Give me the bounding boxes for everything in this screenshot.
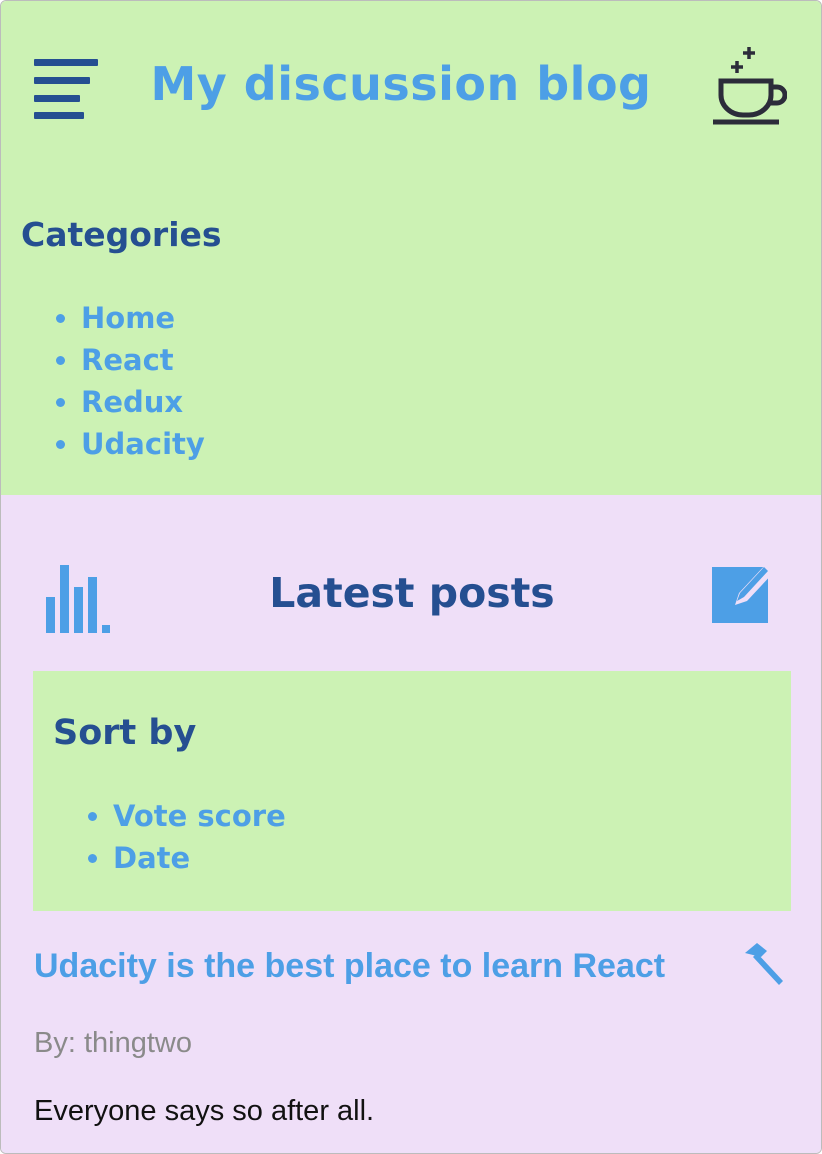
sort-link-date[interactable]: Date [113, 841, 190, 875]
hammer-icon[interactable] [741, 941, 791, 985]
sort-heading: Sort by [53, 713, 197, 753]
sort-option-vote-score: Vote score [113, 795, 286, 837]
post-author: By: thingtwo [34, 1027, 192, 1059]
categories-list: Home React Redux Udacity [1, 297, 205, 465]
post-body: Everyone says so after all. [34, 1095, 375, 1127]
site-title: My discussion blog [150, 57, 652, 111]
categories-heading: Categories [21, 215, 222, 254]
latest-posts-heading: Latest posts [269, 569, 555, 617]
category-link-redux[interactable]: Redux [81, 385, 183, 419]
coffee-cup-icon[interactable] [709, 43, 788, 127]
sort-option-date: Date [113, 837, 286, 879]
app-window: My discussion blog Categories Home React… [0, 0, 822, 1154]
header: My discussion blog Categories Home React… [1, 1, 821, 495]
category-link-home[interactable]: Home [81, 301, 175, 335]
category-link-udacity[interactable]: Udacity [81, 427, 205, 461]
category-item-react: React [81, 339, 205, 381]
sort-link-vote-score[interactable]: Vote score [113, 799, 286, 833]
post-title[interactable]: Udacity is the best place to learn React [34, 947, 665, 986]
category-item-redux: Redux [81, 381, 205, 423]
category-item-home: Home [81, 297, 205, 339]
sort-panel: Sort by Vote score Date [33, 671, 791, 911]
edit-square-icon[interactable] [711, 557, 783, 629]
main-content: Latest posts Sort by Vote score Date Uda… [1, 495, 821, 1153]
sort-options-list: Vote score Date [33, 795, 286, 879]
category-link-react[interactable]: React [81, 343, 174, 377]
category-item-udacity: Udacity [81, 423, 205, 465]
